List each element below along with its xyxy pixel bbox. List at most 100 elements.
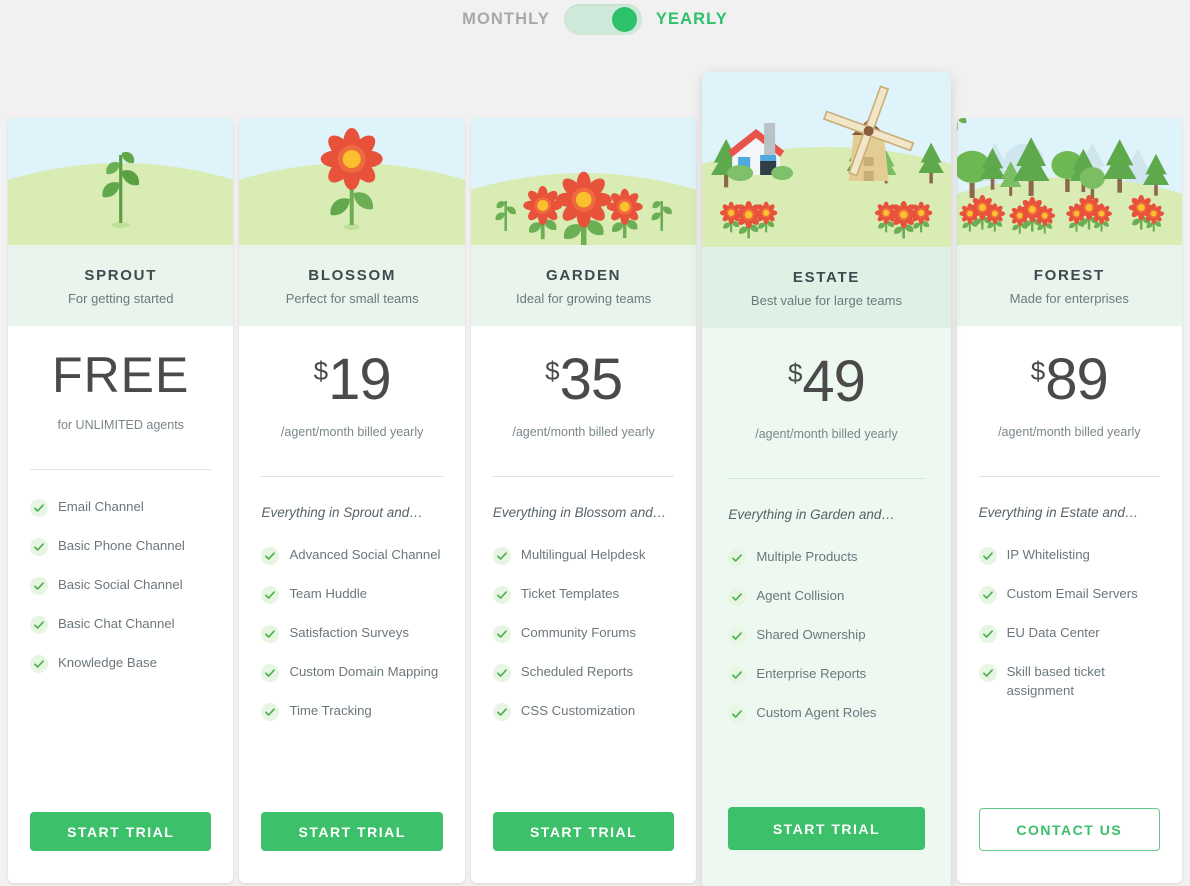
check-icon bbox=[261, 664, 279, 682]
start-trial-button[interactable]: START TRIAL bbox=[30, 812, 211, 851]
check-icon bbox=[979, 586, 997, 604]
price-amount: FREE bbox=[52, 352, 189, 400]
inherits-note: Everything in Estate and… bbox=[979, 505, 1160, 520]
check-icon bbox=[30, 577, 48, 595]
contact-us-button[interactable]: CONTACT US bbox=[979, 808, 1160, 851]
plan-name: GARDEN bbox=[481, 267, 686, 284]
feature-label: Shared Ownership bbox=[756, 626, 865, 645]
flower-garden-illustration bbox=[471, 118, 696, 245]
feature-label: Enterprise Reports bbox=[756, 665, 866, 684]
feature-label: Multilingual Helpdesk bbox=[521, 546, 646, 565]
price-currency: $ bbox=[545, 358, 559, 384]
plan-name: FOREST bbox=[967, 267, 1172, 284]
feature-item: IP Whitelisting bbox=[979, 546, 1160, 565]
check-icon bbox=[261, 586, 279, 604]
billing-period-switch[interactable] bbox=[564, 4, 642, 35]
check-icon bbox=[261, 547, 279, 565]
feature-label: IP Whitelisting bbox=[1007, 546, 1090, 565]
feature-item: Custom Agent Roles bbox=[728, 704, 924, 723]
check-icon bbox=[979, 547, 997, 565]
check-icon bbox=[728, 705, 746, 723]
cta-container: CONTACT US bbox=[957, 792, 1182, 883]
plan-price: $35 bbox=[545, 352, 622, 407]
plan-price-block: FREE for UNLIMITED agents bbox=[8, 326, 233, 432]
check-icon bbox=[493, 586, 511, 604]
start-trial-button[interactable]: START TRIAL bbox=[261, 812, 442, 851]
house-windmill-illustration bbox=[702, 72, 950, 247]
price-amount: 89 bbox=[1045, 352, 1108, 407]
plan-name: ESTATE bbox=[712, 269, 940, 286]
check-icon bbox=[493, 664, 511, 682]
feature-item: Shared Ownership bbox=[728, 626, 924, 645]
feature-item: Multilingual Helpdesk bbox=[493, 546, 674, 565]
check-icon bbox=[728, 588, 746, 606]
check-icon bbox=[30, 655, 48, 673]
start-trial-button[interactable]: START TRIAL bbox=[728, 807, 924, 850]
plan-price-block: $49/agent/month billed yearly bbox=[702, 328, 950, 441]
check-icon bbox=[728, 549, 746, 567]
check-icon bbox=[493, 703, 511, 721]
plan-price-block: $19/agent/month billed yearly bbox=[239, 326, 464, 439]
feature-item: CSS Customization bbox=[493, 702, 674, 721]
pricing-card-sprout: SPROUTFor getting startedFREEfor UNLIMIT… bbox=[8, 118, 233, 883]
price-note: for UNLIMITED agents bbox=[16, 418, 225, 432]
check-icon bbox=[30, 538, 48, 556]
plan-header: GARDENIdeal for growing teams bbox=[471, 245, 696, 326]
feature-item: Satisfaction Surveys bbox=[261, 624, 442, 643]
check-icon bbox=[30, 499, 48, 517]
plan-price: $19 bbox=[314, 352, 391, 407]
check-icon bbox=[30, 616, 48, 634]
feature-label: Ticket Templates bbox=[521, 585, 619, 604]
check-icon bbox=[979, 625, 997, 643]
feature-list: Everything in Blossom and…Multilingual H… bbox=[471, 477, 696, 796]
pricing-card-forest: FORESTMade for enterprises$89/agent/mont… bbox=[957, 118, 1182, 883]
feature-item: EU Data Center bbox=[979, 624, 1160, 643]
plan-tagline: Perfect for small teams bbox=[249, 291, 454, 306]
price-note: /agent/month billed yearly bbox=[479, 425, 688, 439]
feature-item: Custom Email Servers bbox=[979, 585, 1160, 604]
pricing-card-estate: ESTATEBest value for large teams$49/agen… bbox=[702, 72, 950, 886]
feature-item: Email Channel bbox=[30, 498, 211, 517]
pricing-card-garden: GARDENIdeal for growing teams$35/agent/m… bbox=[471, 118, 696, 883]
feature-list: Everything in Estate and… IP Whitelisting… bbox=[957, 477, 1182, 792]
check-icon bbox=[261, 703, 279, 721]
cta-container: START TRIAL bbox=[471, 796, 696, 883]
feature-label: Knowledge Base bbox=[58, 654, 157, 673]
check-icon bbox=[728, 627, 746, 645]
feature-item: Multiple Products bbox=[728, 548, 924, 567]
pricing-cards-row: SPROUTFor getting startedFREEfor UNLIMIT… bbox=[0, 38, 1190, 886]
price-note: /agent/month billed yearly bbox=[247, 425, 456, 439]
plan-header: FORESTMade for enterprises bbox=[957, 245, 1182, 326]
feature-label: CSS Customization bbox=[521, 702, 635, 721]
feature-item: Advanced Social Channel bbox=[261, 546, 442, 565]
plan-price-block: $35/agent/month billed yearly bbox=[471, 326, 696, 439]
feature-label: Email Channel bbox=[58, 498, 144, 517]
billing-monthly-label[interactable]: MONTHLY bbox=[462, 10, 550, 29]
start-trial-button[interactable]: START TRIAL bbox=[493, 812, 674, 851]
plan-price: $49 bbox=[788, 354, 865, 409]
feature-list: Email Channel Basic Phone Channel Basic So… bbox=[8, 470, 233, 797]
feature-item: Knowledge Base bbox=[30, 654, 211, 673]
single-flower-illustration bbox=[239, 118, 464, 245]
price-currency: $ bbox=[788, 360, 802, 386]
feature-item: Custom Domain Mapping bbox=[261, 663, 442, 682]
feature-item: Scheduled Reports bbox=[493, 663, 674, 682]
feature-label: Basic Social Channel bbox=[58, 576, 183, 595]
feature-label: Multiple Products bbox=[756, 548, 857, 567]
feature-item: Basic Phone Channel bbox=[30, 537, 211, 556]
check-icon bbox=[261, 625, 279, 643]
billing-yearly-label[interactable]: YEARLY bbox=[656, 10, 728, 29]
plan-price-block: $89/agent/month billed yearly bbox=[957, 326, 1182, 439]
price-amount: 19 bbox=[328, 352, 391, 407]
feature-label: Advanced Social Channel bbox=[289, 546, 440, 565]
price-amount: 49 bbox=[802, 354, 865, 409]
feature-item: Time Tracking bbox=[261, 702, 442, 721]
feature-item: Enterprise Reports bbox=[728, 665, 924, 684]
feature-label: Custom Agent Roles bbox=[756, 704, 876, 723]
switch-knob[interactable] bbox=[612, 7, 637, 32]
feature-label: Custom Domain Mapping bbox=[289, 663, 438, 682]
feature-list: Everything in Sprout and…Advanced Social… bbox=[239, 477, 464, 796]
plan-name: SPROUT bbox=[18, 267, 223, 284]
feature-item: Basic Chat Channel bbox=[30, 615, 211, 634]
feature-list: Everything in Garden and…Multiple Produc… bbox=[702, 479, 950, 791]
